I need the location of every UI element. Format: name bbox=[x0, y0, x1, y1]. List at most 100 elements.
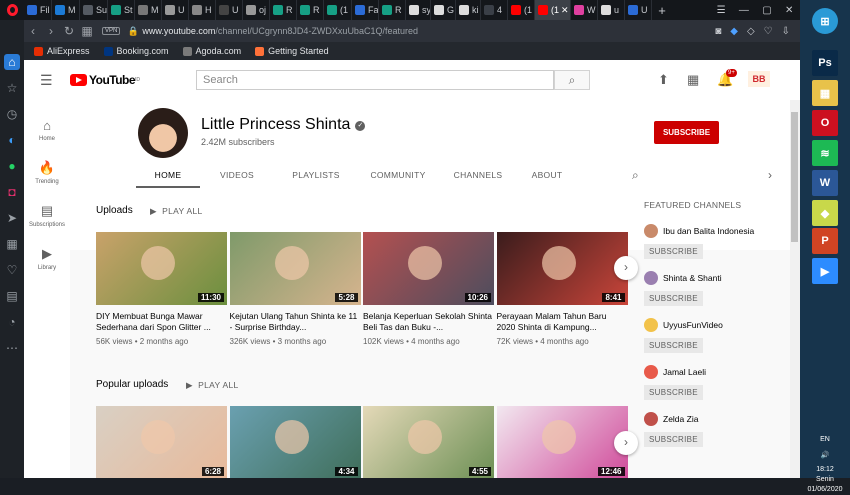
browser-tab[interactable]: M bbox=[52, 0, 80, 20]
browser-tab[interactable]: R bbox=[297, 0, 324, 20]
guide-item-subscriptions[interactable]: ▤ Subscriptions bbox=[24, 203, 70, 228]
browser-tab[interactable]: U bbox=[162, 0, 189, 20]
tab-channels[interactable]: CHANNELS bbox=[438, 162, 518, 188]
video-thumbnail[interactable]: 12:46 bbox=[496, 406, 628, 478]
opera-menu-button[interactable] bbox=[0, 0, 24, 20]
star-icon[interactable]: ☆ bbox=[4, 80, 20, 96]
browser-tab[interactable]: H bbox=[189, 0, 216, 20]
file-explorer-app[interactable]: ▦ bbox=[812, 80, 838, 106]
browser-tab[interactable]: (1 ✕ bbox=[535, 0, 571, 20]
video-thumbnail[interactable]: 6:28 bbox=[96, 406, 227, 478]
featured-channel-link[interactable]: Ibu dan Balita Indonesia bbox=[644, 224, 784, 238]
camera-icon[interactable]: ◙ bbox=[715, 26, 721, 37]
system-clock[interactable]: EN 🔊 18:12 Senin 01/06/2020 bbox=[800, 435, 850, 495]
more-icon[interactable]: ⋯ bbox=[4, 340, 20, 356]
browser-tab[interactable]: Fa bbox=[352, 0, 379, 20]
language-indicator[interactable]: EN bbox=[800, 435, 850, 445]
browser-tab[interactable]: M bbox=[135, 0, 162, 20]
video-title[interactable]: Kejutan Ulang Tahun Shinta ke 11 - Surpr… bbox=[230, 311, 361, 333]
browser-tab[interactable]: (1 bbox=[324, 0, 352, 20]
browser-tab[interactable]: (1 bbox=[508, 0, 535, 20]
hamburger-menu-icon[interactable]: ☰ bbox=[40, 72, 54, 89]
tab-community[interactable]: COMMUNITY bbox=[358, 162, 438, 188]
tab-about[interactable]: ABOUT bbox=[518, 162, 576, 188]
back-button[interactable]: ‹ bbox=[24, 24, 42, 38]
browser-tab[interactable]: ki bbox=[456, 0, 481, 20]
download-icon[interactable]: ⇩ bbox=[782, 26, 790, 37]
powerpoint-app[interactable]: P bbox=[812, 228, 838, 254]
guide-item-trending[interactable]: 🔥 Trending bbox=[24, 160, 70, 185]
video-card[interactable]: 11:30 DIY Membuat Bunga Mawar Sederhana d… bbox=[96, 232, 227, 346]
video-title[interactable]: Perayaan Malam Tahun Baru 2020 Shinta di… bbox=[497, 311, 628, 333]
video-card[interactable]: 12:46 bbox=[496, 406, 628, 478]
search-input[interactable]: Search bbox=[196, 70, 554, 90]
bookmark-item[interactable]: AliExpress bbox=[34, 46, 90, 56]
heart-icon[interactable]: ♡ bbox=[764, 26, 773, 37]
uploads-play-all[interactable]: ▶ PLAY ALL bbox=[150, 206, 203, 217]
browser-tab[interactable]: oj bbox=[243, 0, 270, 20]
popular-play-all[interactable]: ▶ PLAY ALL bbox=[186, 380, 239, 391]
tab-close-icon[interactable]: ✕ bbox=[561, 5, 569, 16]
history-icon[interactable]: ◔ bbox=[4, 314, 20, 330]
browser-tab[interactable]: Su bbox=[80, 0, 108, 20]
start-button[interactable]: ⊞ bbox=[812, 8, 838, 34]
forward-button[interactable]: › bbox=[42, 24, 60, 38]
tab-playlists[interactable]: PLAYLISTS bbox=[274, 162, 358, 188]
featured-subscribe-button[interactable]: SUBSCRIBE bbox=[644, 432, 703, 447]
browser-tab[interactable]: U bbox=[625, 0, 652, 20]
browser-tab[interactable]: sy bbox=[406, 0, 431, 20]
subscribe-button[interactable]: SUBSCRIBE bbox=[654, 121, 719, 144]
close-button[interactable]: ✕ bbox=[785, 5, 793, 16]
whatsapp-icon[interactable]: ● bbox=[4, 158, 20, 174]
tab-videos[interactable]: VIDEOS bbox=[200, 162, 274, 188]
messenger-icon[interactable]: ◐ bbox=[4, 132, 20, 148]
popular-next-button[interactable]: › bbox=[614, 431, 638, 455]
featured-channel-link[interactable]: Zelda Zia bbox=[644, 412, 784, 426]
browser-tab[interactable]: U bbox=[216, 0, 243, 20]
cube-icon[interactable]: ◇ bbox=[747, 26, 755, 37]
shield-icon[interactable]: ◆ bbox=[730, 26, 738, 37]
video-thumbnail[interactable]: 8:41 bbox=[496, 232, 628, 305]
video-card[interactable]: 4:34 bbox=[229, 406, 361, 478]
youtube-logo[interactable]: YouTube ID bbox=[70, 73, 140, 87]
featured-channel-link[interactable]: Jamal Laeli bbox=[644, 365, 784, 379]
account-avatar[interactable]: BB bbox=[748, 71, 770, 87]
spotify-app[interactable]: ≋ bbox=[812, 140, 838, 166]
new-tab-button[interactable]: + bbox=[652, 3, 672, 18]
browser-tab[interactable]: Fil bbox=[24, 0, 52, 20]
browser-tab[interactable]: R bbox=[379, 0, 406, 20]
tabs-next-icon[interactable]: › bbox=[768, 168, 772, 182]
scrollbar-thumb[interactable] bbox=[791, 112, 798, 242]
video-thumbnail[interactable]: 11:30 bbox=[96, 232, 227, 305]
featured-subscribe-button[interactable]: SUBSCRIBE bbox=[644, 338, 703, 353]
tab-home[interactable]: HOME bbox=[136, 162, 200, 188]
browser-tab[interactable]: R bbox=[270, 0, 297, 20]
news-icon[interactable]: ▤ bbox=[4, 288, 20, 304]
tab-search-icon[interactable]: ☰ bbox=[717, 5, 726, 16]
url-field[interactable]: www.youtube.com/channel/UCgrynn8JD4-ZWDX… bbox=[142, 26, 715, 36]
stickies-app[interactable]: ◆ bbox=[812, 200, 838, 226]
zoom-app[interactable]: ▶ bbox=[812, 258, 838, 284]
video-card[interactable]: 5:28 Kejutan Ulang Tahun Shinta ke 11 - S… bbox=[229, 232, 361, 346]
channel-search-icon[interactable]: ⌕ bbox=[632, 168, 639, 183]
browser-tab[interactable]: St bbox=[108, 0, 135, 20]
send-icon[interactable]: ➤ bbox=[4, 210, 20, 226]
vpn-badge[interactable]: VPN bbox=[102, 27, 121, 35]
video-card[interactable]: 6:28 bbox=[96, 406, 227, 478]
browser-tab[interactable]: 4 bbox=[481, 0, 508, 20]
guide-item-home[interactable]: ⌂ Home bbox=[24, 118, 70, 142]
opera-app[interactable]: O bbox=[812, 110, 838, 136]
video-thumbnail[interactable]: 4:34 bbox=[229, 406, 361, 478]
video-card[interactable]: 8:41 Perayaan Malam Tahun Baru 2020 Shint… bbox=[496, 232, 628, 346]
bookmark-item[interactable]: Getting Started bbox=[255, 46, 329, 56]
clock-icon[interactable]: ◷ bbox=[4, 106, 20, 122]
browser-tab[interactable]: G bbox=[431, 0, 456, 20]
browser-tab[interactable]: W bbox=[571, 0, 598, 20]
heart-icon[interactable]: ♡ bbox=[4, 262, 20, 278]
bookmark-item[interactable]: Agoda.com bbox=[182, 46, 241, 56]
guide-item-library[interactable]: ▶ Library bbox=[24, 246, 70, 271]
maximize-button[interactable]: ▢ bbox=[762, 5, 771, 16]
minimize-button[interactable]: — bbox=[739, 5, 749, 16]
reload-button[interactable]: ↻ bbox=[60, 24, 78, 38]
home-icon[interactable]: ⌂ bbox=[4, 54, 20, 70]
